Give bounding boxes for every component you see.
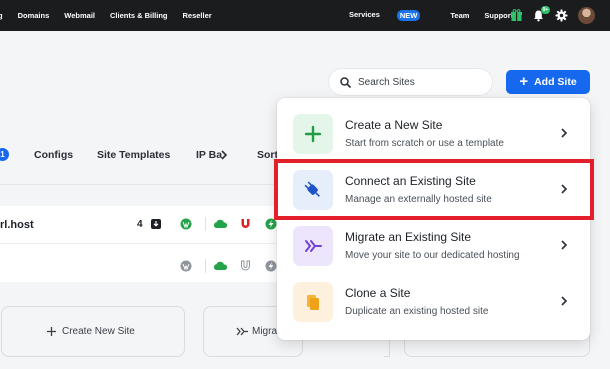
wordpress-icon[interactable] xyxy=(180,218,192,230)
chevron-right-icon xyxy=(561,128,568,138)
tab-site-templates[interactable]: Site Templates xyxy=(97,149,170,161)
create-new-site-label: Create New Site xyxy=(62,326,135,337)
menu-item-create-new-site[interactable]: Create a New Site Start from scratch or … xyxy=(277,106,590,162)
add-site-button[interactable]: + Add Site xyxy=(506,70,590,94)
secondary-nav: Services NEW Team Support xyxy=(349,0,528,31)
top-navigation-bar: g Domains Webmail Clients & Billing Rese… xyxy=(0,0,610,31)
search-sites-input[interactable]: Search Sites xyxy=(329,69,492,95)
add-site-label: Add Site xyxy=(534,76,577,88)
chevron-right-icon xyxy=(561,296,568,306)
migrate-icon xyxy=(305,240,322,252)
menu-item-clone-site[interactable]: Clone a Site Duplicate an existing hoste… xyxy=(277,274,590,330)
create-icon-box xyxy=(293,114,333,154)
magnet-icon[interactable] xyxy=(240,218,251,230)
wordpress-icon-inactive[interactable] xyxy=(180,260,192,272)
icon-separator xyxy=(205,259,206,273)
search-placeholder: Search Sites xyxy=(358,76,415,88)
row-divider xyxy=(0,243,300,244)
nav-item-domains[interactable]: Domains xyxy=(18,11,50,20)
menu-item-description: Start from scratch or use a template xyxy=(345,138,504,149)
migrate-icon xyxy=(236,327,248,336)
notification-count-badge: 9+ xyxy=(541,6,550,14)
migrate-icon-box xyxy=(293,226,333,266)
user-avatar[interactable] xyxy=(578,7,595,24)
menu-item-migrate-existing-site[interactable]: Migrate an Existing Site Move your site … xyxy=(277,218,590,274)
menu-item-title: Clone a Site xyxy=(345,286,411,300)
gear-icon[interactable] xyxy=(555,9,568,22)
cloud-icon[interactable] xyxy=(213,219,228,229)
plus-icon xyxy=(304,125,322,143)
highlight-box xyxy=(274,159,594,220)
menu-item-title: Migrate an Existing Site xyxy=(345,230,472,244)
menu-item-description: Move your site to our dedicated hosting xyxy=(345,250,520,261)
primary-nav: g Domains Webmail Clients & Billing Rese… xyxy=(0,0,227,31)
site-count: 4 xyxy=(137,219,143,230)
tabs-scroll-chevron-icon[interactable] xyxy=(220,150,228,160)
menu-item-description: Duplicate an existing hosted site xyxy=(345,306,489,317)
tab-count-badge: 1 xyxy=(0,148,9,161)
nav-item-reseller[interactable]: Reseller xyxy=(183,11,212,20)
gift-icon[interactable] xyxy=(510,9,523,22)
icon-separator xyxy=(205,217,206,231)
plus-icon: + xyxy=(519,72,529,90)
search-icon xyxy=(340,76,351,88)
nav-item-support[interactable]: Support xyxy=(484,11,513,20)
tab-configs[interactable]: Configs xyxy=(34,149,73,161)
nav-item-partial[interactable]: g xyxy=(0,11,3,20)
nav-item-clients-billing[interactable]: Clients & Billing xyxy=(110,11,168,20)
nav-item-team[interactable]: Team xyxy=(450,11,469,20)
cloud-icon[interactable] xyxy=(213,261,228,271)
nav-item-services-label: Services xyxy=(349,10,380,20)
tabs-divider xyxy=(0,184,300,185)
new-badge: NEW xyxy=(396,10,421,21)
nav-item-webmail[interactable]: Webmail xyxy=(64,11,95,20)
clone-icon xyxy=(307,295,319,310)
nav-item-services[interactable]: Services NEW xyxy=(349,10,435,21)
clone-icon-box xyxy=(293,282,333,322)
performance-icon-inactive[interactable] xyxy=(265,260,277,272)
plus-icon xyxy=(47,327,56,336)
migrate-site-label: Migra xyxy=(252,326,278,337)
menu-item-title: Create a New Site xyxy=(345,118,443,132)
chevron-right-icon xyxy=(561,240,568,250)
magnet-icon-inactive[interactable] xyxy=(240,260,251,272)
tab-ip-ban[interactable]: IP Ba xyxy=(196,149,222,161)
site-domain[interactable]: rl.host xyxy=(0,219,34,231)
download-icon[interactable] xyxy=(150,218,162,230)
